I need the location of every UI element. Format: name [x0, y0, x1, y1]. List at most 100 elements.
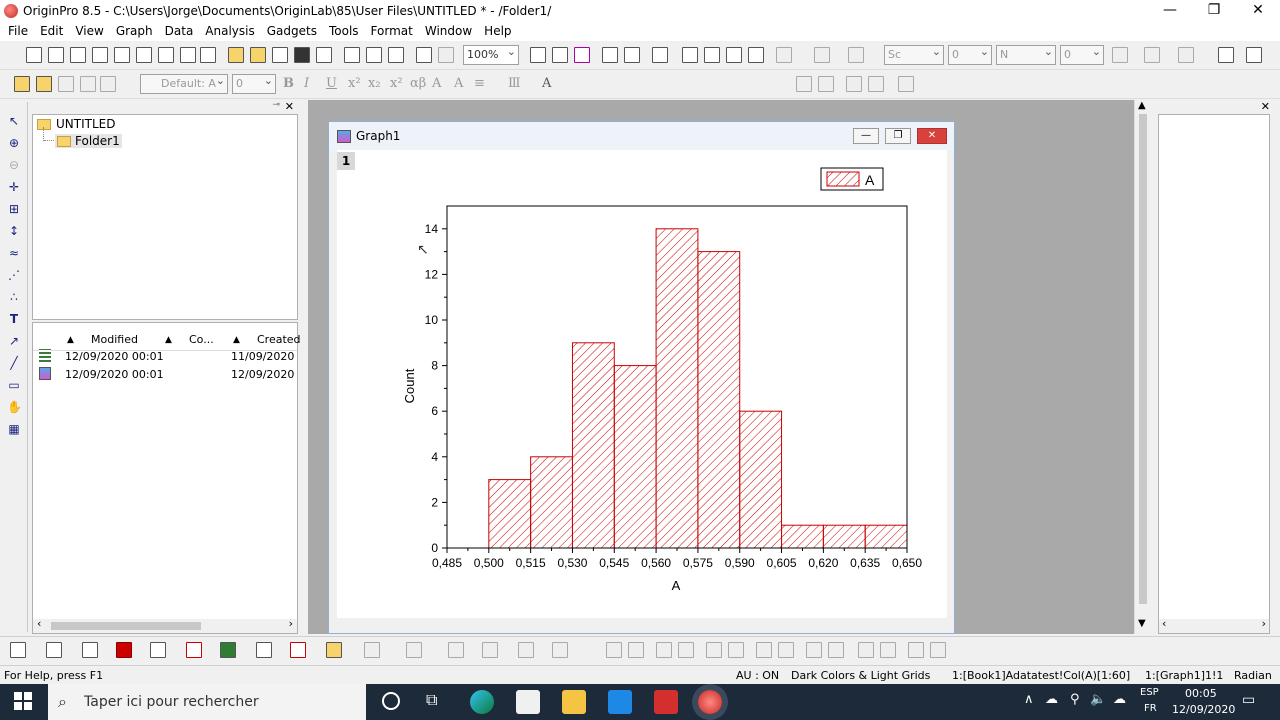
align-vertical-icon[interactable]: [706, 642, 722, 658]
subscript-icon[interactable]: x₂: [368, 76, 381, 91]
open-icon[interactable]: [228, 47, 244, 63]
data-selector-icon[interactable]: ↕: [7, 224, 21, 238]
minimize-button[interactable]: —: [1148, 0, 1192, 21]
graph-minimize-button[interactable]: —: [853, 128, 879, 144]
bold-icon[interactable]: B: [283, 76, 294, 91]
menu-analysis[interactable]: Analysis: [199, 24, 260, 38]
3d-wire-icon[interactable]: [448, 642, 464, 658]
clock-date[interactable]: 12/09/2020: [1172, 703, 1235, 716]
edge-icon[interactable]: [470, 690, 494, 714]
close-icon[interactable]: ✕: [1261, 100, 1270, 113]
arrange-right-icon[interactable]: [818, 76, 834, 92]
zoom-select[interactable]: 100%: [463, 43, 519, 65]
menu-file[interactable]: File: [2, 24, 34, 38]
new-project-icon[interactable]: [26, 47, 42, 63]
scatter-plot-icon[interactable]: [46, 642, 62, 658]
histogram-bar[interactable]: [739, 410, 783, 549]
new-layout-icon[interactable]: [158, 47, 174, 63]
hand-icon[interactable]: ✋: [7, 400, 22, 414]
histogram-bar[interactable]: [530, 456, 573, 549]
open-template-icon[interactable]: [250, 47, 266, 63]
restore-button[interactable]: ❐: [1192, 0, 1236, 21]
clock-time[interactable]: 00:05: [1185, 687, 1217, 700]
scroll-down-icon[interactable]: ▼: [1138, 618, 1146, 629]
line-style-select[interactable]: Sc: [884, 43, 944, 65]
align-bottom-icon[interactable]: [678, 642, 694, 658]
align-top-icon[interactable]: [656, 642, 672, 658]
boxchart-icon[interactable]: [186, 642, 202, 658]
align-left-icon[interactable]: ≡: [474, 76, 485, 91]
menu-data[interactable]: Data: [159, 24, 200, 38]
auto-update-icon[interactable]: [438, 47, 454, 63]
specialized-plot-icon[interactable]: [290, 642, 306, 658]
scroll-right-icon[interactable]: ›: [1262, 617, 1266, 630]
task-view-icon[interactable]: ⧉: [426, 690, 437, 710]
histogram-bar[interactable]: [697, 251, 741, 549]
windows-start-icon[interactable]: [14, 692, 32, 710]
column-plot-icon[interactable]: [116, 642, 132, 658]
superscript-icon[interactable]: x²: [348, 76, 361, 91]
microphone-icon[interactable]: ⚲: [1070, 692, 1080, 707]
font-select[interactable]: Default: A: [140, 72, 228, 94]
menu-edit[interactable]: Edit: [34, 24, 69, 38]
statistics-plot-icon[interactable]: [150, 642, 166, 658]
contour-plot-icon[interactable]: [256, 642, 272, 658]
new-function-icon[interactable]: [136, 47, 152, 63]
line-width-select[interactable]: 0: [948, 43, 992, 65]
legend[interactable]: A: [820, 167, 884, 191]
import-multiple-icon[interactable]: [366, 47, 382, 63]
tree-item-folder1[interactable]: Folder1: [55, 134, 122, 148]
fill-width-select[interactable]: 0: [1060, 43, 1104, 65]
duplicate-icon[interactable]: [552, 47, 568, 63]
arrow-tool-icon[interactable]: ↗: [7, 334, 21, 348]
pin-icon[interactable]: ⊸: [272, 100, 280, 110]
histogram-bar[interactable]: [613, 365, 657, 549]
language-bottom[interactable]: FR: [1144, 703, 1157, 714]
acrobat-icon[interactable]: [654, 690, 678, 714]
3d-ternary-icon[interactable]: [552, 642, 568, 658]
file-explorer-icon[interactable]: [562, 690, 586, 714]
pattern-icon[interactable]: [1112, 47, 1128, 63]
draw-data-icon[interactable]: ≈: [7, 246, 21, 260]
open-excel-icon[interactable]: [272, 47, 288, 63]
line-tool-icon[interactable]: ╱: [7, 356, 21, 370]
origin-app-icon[interactable]: [4, 3, 18, 18]
close-icon[interactable]: ✕: [285, 100, 294, 113]
menu-gadgets[interactable]: Gadgets: [261, 24, 323, 38]
new-matrix-icon[interactable]: [114, 47, 130, 63]
menu-window[interactable]: Window: [419, 24, 478, 38]
histogram-bar[interactable]: [488, 479, 532, 549]
close-button[interactable]: ✕: [1236, 0, 1280, 21]
menu-graph[interactable]: Graph: [110, 24, 159, 38]
import-icon[interactable]: [344, 47, 360, 63]
line-symbol-plot-icon[interactable]: [82, 642, 98, 658]
recalculate-icon[interactable]: [416, 47, 432, 63]
new-3d-icon[interactable]: [200, 47, 216, 63]
pointer-icon[interactable]: ↖: [7, 114, 21, 128]
ungroup-icon[interactable]: [80, 76, 96, 92]
layer-icon[interactable]: [1218, 47, 1234, 63]
align-horizontal-icon[interactable]: [728, 642, 744, 658]
onedrive-icon[interactable]: ☁: [1045, 692, 1058, 707]
line-color-icon[interactable]: [848, 47, 864, 63]
group-objects-icon[interactable]: [858, 642, 874, 658]
graph-page[interactable]: 1 0,485 0,500 0,515 0,530 0,545 0,560 0,575 0,5…: [337, 150, 947, 618]
same-height-icon[interactable]: [778, 642, 794, 658]
language-top[interactable]: ESP: [1140, 687, 1159, 698]
menu-tools[interactable]: Tools: [323, 24, 365, 38]
font-size-select[interactable]: 0: [232, 72, 276, 94]
network-icon[interactable]: ☁: [1113, 692, 1126, 707]
save-template-icon[interactable]: [316, 47, 332, 63]
scroll-left-icon[interactable]: ‹: [1162, 617, 1166, 630]
graph-window-titlebar[interactable]: Graph1 — ❐ ✕: [329, 122, 954, 150]
smart-hint-icon[interactable]: [748, 47, 764, 63]
new-graph-icon[interactable]: [92, 47, 108, 63]
notifications-icon[interactable]: ▭: [1242, 692, 1255, 708]
tree-root[interactable]: UNTITLED: [37, 117, 115, 131]
add-column-icon[interactable]: [776, 47, 792, 63]
workspace-vertical-scrollbar[interactable]: ▲ ▼: [1134, 100, 1151, 634]
horizontal-scrollbar[interactable]: ‹ ›: [1159, 617, 1269, 633]
object-icon[interactable]: [36, 76, 52, 92]
menu-view[interactable]: View: [69, 24, 109, 38]
origin-taskbar-icon[interactable]: [698, 690, 722, 714]
